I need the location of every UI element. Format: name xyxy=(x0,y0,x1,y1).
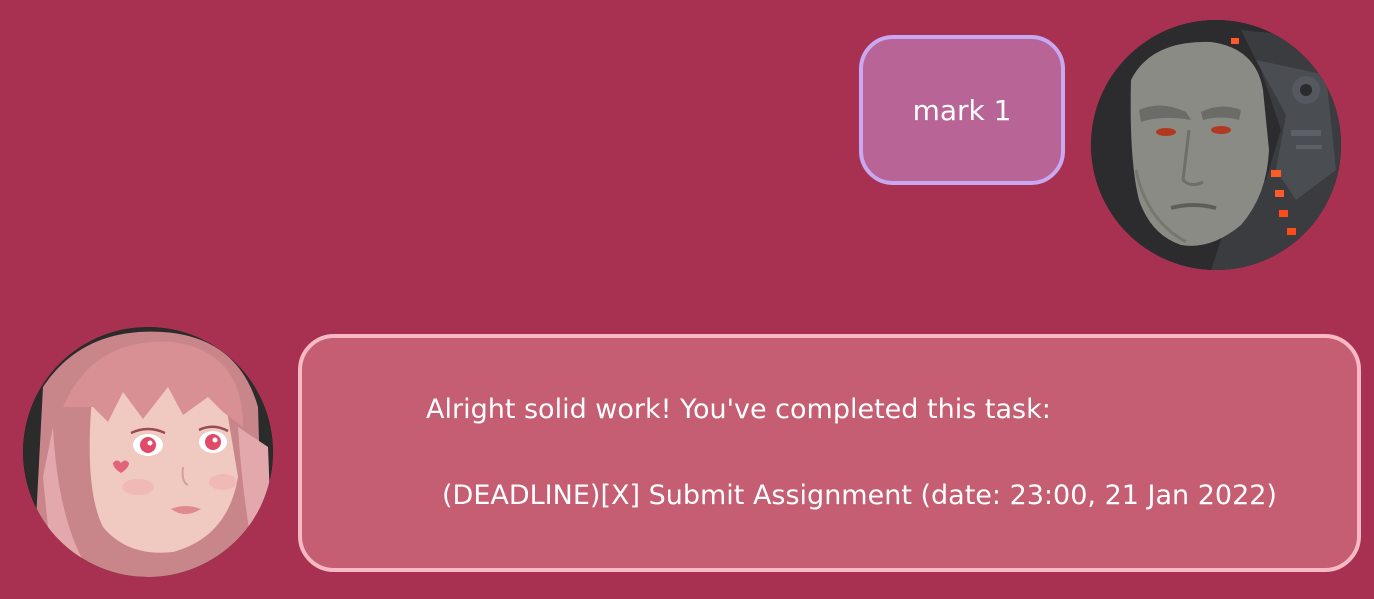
bot-message-line-2: (DEADLINE)[X] Submit Assignment (date: 2… xyxy=(442,480,1277,511)
bot-message-bubble: Alright solid work! You've completed thi… xyxy=(298,334,1361,572)
user-message-text: mark 1 xyxy=(912,93,1012,127)
bot-message-line-1: Alright solid work! You've completed thi… xyxy=(426,394,1051,425)
user-message-bubble: mark 1 xyxy=(859,35,1065,185)
cyborg-man-avatar-icon xyxy=(1091,20,1341,270)
anime-girl-avatar-icon xyxy=(23,327,273,577)
chat-window: mark 1 Alright solid work! You've comple… xyxy=(0,0,1374,599)
